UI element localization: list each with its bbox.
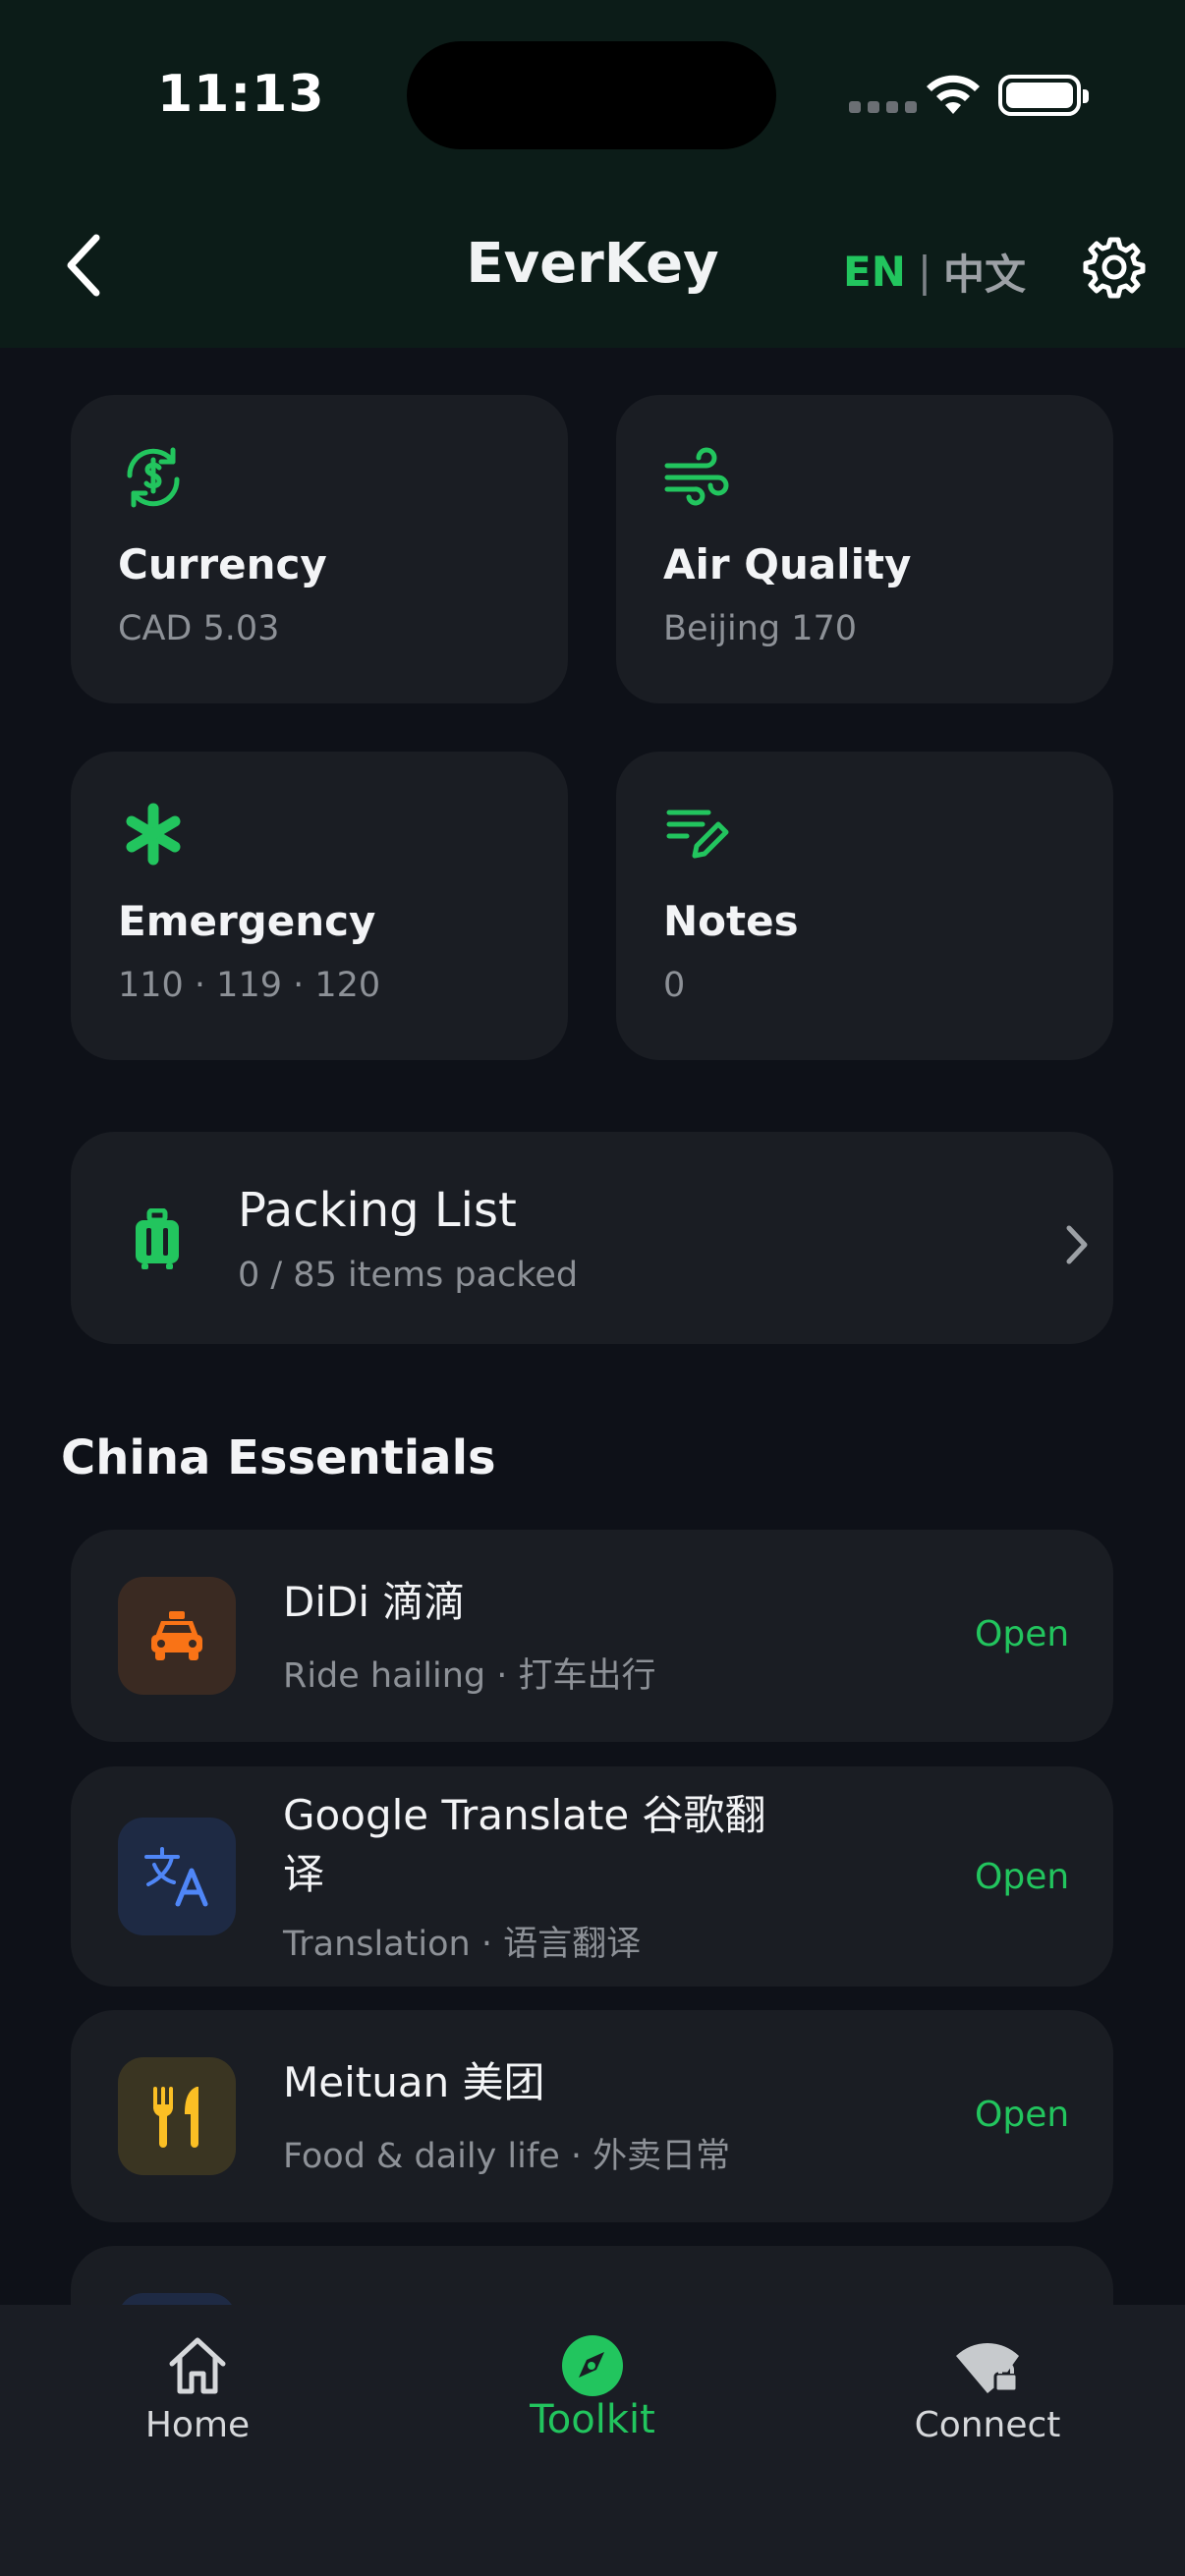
dynamic-island bbox=[407, 41, 776, 149]
tab-home[interactable]: Home bbox=[0, 2305, 395, 2501]
tile-subtitle: 110 · 119 · 120 bbox=[118, 966, 381, 1005]
tab-bar: Home Toolkit Connect bbox=[0, 2305, 1185, 2576]
open-button[interactable]: Open bbox=[975, 1614, 1069, 1654]
note-edit-icon bbox=[666, 810, 729, 859]
wifi-lock-icon bbox=[956, 2343, 1019, 2393]
wifi-icon bbox=[927, 75, 980, 114]
currency-tile[interactable]: Currency CAD 5.03 bbox=[71, 395, 568, 703]
lang-en-option[interactable]: EN bbox=[843, 248, 906, 296]
tile-title: Currency bbox=[118, 540, 327, 588]
app-name: Meituan 美团 bbox=[283, 2058, 545, 2106]
tile-subtitle: 0 bbox=[663, 966, 686, 1005]
gear-icon[interactable] bbox=[1083, 236, 1146, 299]
app-subtitle: Translation · 语言翻译 bbox=[283, 1925, 642, 1964]
open-button[interactable]: Open bbox=[975, 2095, 1069, 2135]
language-switch[interactable]: EN | 中文 bbox=[843, 242, 1026, 302]
tab-label: Toolkit bbox=[530, 2397, 655, 2442]
tile-subtitle: Beijing 170 bbox=[663, 609, 858, 648]
packing-list-title: Packing List bbox=[238, 1183, 517, 1238]
notes-tile[interactable]: Notes 0 bbox=[616, 752, 1113, 1060]
packing-list-card[interactable]: Packing List 0 / 85 items packed bbox=[71, 1132, 1113, 1344]
tile-title: Emergency bbox=[118, 897, 376, 945]
compass-icon bbox=[562, 2335, 623, 2396]
app-name-line1: Google Translate 谷歌翻 bbox=[283, 1791, 766, 1839]
open-button[interactable]: Open bbox=[975, 1857, 1069, 1897]
tile-title: Notes bbox=[663, 897, 799, 945]
taxi-icon bbox=[118, 1577, 236, 1695]
app-name: Google Translate 谷歌翻 译 bbox=[283, 1786, 766, 1904]
app-subtitle: Food & daily life · 外卖日常 bbox=[283, 2137, 731, 2176]
tab-label: Home bbox=[144, 2405, 251, 2445]
currency-exchange-icon bbox=[127, 447, 180, 508]
lang-separator: | bbox=[917, 248, 931, 296]
status-time: 11:13 bbox=[157, 65, 325, 124]
packing-list-progress: 0 / 85 items packed bbox=[238, 1256, 579, 1295]
tab-connect[interactable]: Connect bbox=[790, 2305, 1185, 2501]
app-name: DiDi 滴滴 bbox=[283, 1578, 466, 1626]
tile-title: Air Quality bbox=[663, 540, 912, 588]
tab-label: Connect bbox=[914, 2405, 1061, 2445]
air-quality-tile[interactable]: Air Quality Beijing 170 bbox=[616, 395, 1113, 703]
battery-icon bbox=[998, 75, 1089, 116]
utensils-icon bbox=[118, 2057, 236, 2175]
cellular-signal-icon bbox=[849, 101, 917, 113]
chevron-right-icon bbox=[1066, 1225, 1088, 1264]
app-header: 11:13 EverKey EN | 中文 bbox=[0, 0, 1185, 348]
tile-subtitle: CAD 5.03 bbox=[118, 609, 280, 648]
app-subtitle: Ride hailing · 打车出行 bbox=[283, 1656, 656, 1696]
app-name-line2: 译 bbox=[283, 1850, 325, 1898]
tab-toolkit[interactable]: Toolkit bbox=[395, 2305, 790, 2501]
luggage-icon bbox=[136, 1208, 179, 1269]
app-card-google-translate[interactable]: Google Translate 谷歌翻 译 Translation · 语言翻… bbox=[71, 1766, 1113, 1987]
emergency-tile[interactable]: Emergency 110 · 119 · 120 bbox=[71, 752, 568, 1060]
asterisk-icon bbox=[126, 803, 181, 866]
translate-icon bbox=[118, 1818, 236, 1935]
lang-zh-option[interactable]: 中文 bbox=[943, 242, 1026, 302]
home-icon bbox=[169, 2337, 226, 2394]
app-card-meituan[interactable]: Meituan 美团 Food & daily life · 外卖日常 Open bbox=[71, 2010, 1113, 2222]
app-card-didi[interactable]: DiDi 滴滴 Ride hailing · 打车出行 Open bbox=[71, 1530, 1113, 1742]
section-title: China Essentials bbox=[61, 1430, 496, 1485]
wind-icon bbox=[664, 447, 729, 506]
